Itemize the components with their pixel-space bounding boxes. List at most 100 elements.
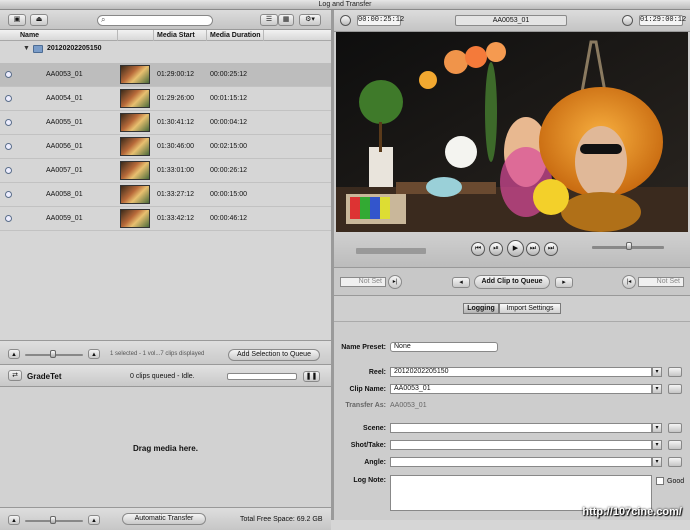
scene-label: Scene:	[363, 425, 386, 432]
search-input[interactable]: ⌕	[97, 15, 213, 26]
folder-row[interactable]: ▼ 20120202205150	[0, 41, 331, 57]
in-timecode[interactable]: 00:00:25:12	[357, 15, 404, 26]
clip-name-dropdown[interactable]: ▾	[652, 384, 662, 394]
angle-dropdown[interactable]: ▾	[652, 457, 662, 467]
shot-take-action-button[interactable]	[668, 440, 682, 450]
table-row[interactable]: AA0055_01 01:30:41:12 00:00:04:12	[0, 111, 331, 135]
reel-field[interactable]: 20120202205150	[390, 367, 652, 377]
table-row[interactable]: AA0057_01 01:33:01:00 00:00:26:12	[0, 159, 331, 183]
log-and-transfer-window: Log and Transfer ▣ ⏏ ⌕ ☰ ▦ ⚙▾ Name Media…	[0, 0, 690, 530]
clip-media-start: 01:30:46:00	[157, 143, 194, 150]
eject-button[interactable]: ⏏	[30, 14, 48, 26]
clip-name: AA0059_01	[46, 215, 83, 222]
queue-header: ⇄ GradeTet 0 clips queued - Idle. ❚❚	[0, 365, 331, 387]
column-media-duration[interactable]: Media Duration	[210, 32, 261, 39]
log-note-label: Log Note:	[353, 477, 386, 484]
clip-thumbnail[interactable]	[120, 185, 150, 204]
tab-logging[interactable]: Logging	[463, 303, 499, 314]
go-to-in-button[interactable]: ⏮	[471, 242, 485, 256]
browser-column-header: Name Media Start Media Duration	[0, 30, 331, 41]
clip-media-duration: 00:00:04:12	[210, 119, 247, 126]
add-clip-to-queue-button[interactable]: Add Clip to Queue	[474, 275, 550, 289]
thumb-size-knob[interactable]	[50, 350, 56, 358]
prev-clip-button[interactable]: ◂	[452, 277, 470, 288]
scene-field[interactable]	[390, 423, 652, 433]
table-row[interactable]: AA0059_01 01:33:42:12 00:00:46:12	[0, 207, 331, 231]
mark-in-field[interactable]: Not Set	[340, 277, 386, 287]
gear-menu-button[interactable]: ⚙▾	[299, 14, 321, 26]
queue-footer: ▲ ▲ Automatic Transfer Total Free Space:…	[0, 507, 331, 530]
add-selection-to-queue-button[interactable]: Add Selection to Queue	[228, 349, 320, 361]
large-thumb-button[interactable]: ▲	[88, 349, 100, 359]
play-around-button[interactable]: ⏭	[526, 242, 540, 256]
mark-out-button[interactable]: |◂	[622, 275, 636, 289]
name-preset-select[interactable]: None	[390, 342, 498, 352]
clip-name-action-button[interactable]	[668, 384, 682, 394]
grid-view-button[interactable]: ▦	[278, 14, 294, 26]
queue-volume-name: GradeTet	[27, 372, 62, 381]
disclosure-triangle-icon[interactable]: ▼	[23, 45, 30, 52]
column-media-start[interactable]: Media Start	[157, 32, 195, 39]
add-folder-button[interactable]: ▣	[8, 14, 26, 26]
queue-status-icon[interactable]	[5, 191, 12, 198]
good-label: Good	[667, 478, 685, 485]
clip-thumbnail[interactable]	[120, 161, 150, 180]
reel-action-button[interactable]	[668, 367, 682, 377]
go-to-out-button[interactable]: ⏭	[544, 242, 558, 256]
folder-name: 20120202205150	[47, 45, 102, 52]
video-viewer[interactable]	[336, 32, 688, 232]
queue-drop-area[interactable]: Drag media here.	[0, 387, 331, 507]
clip-thumbnail[interactable]	[120, 209, 150, 228]
clip-thumbnail[interactable]	[120, 65, 150, 84]
scene-dropdown[interactable]: ▾	[652, 423, 662, 433]
shot-take-dropdown[interactable]: ▾	[652, 440, 662, 450]
queue-status-icon[interactable]	[5, 71, 12, 78]
jog-control[interactable]	[356, 248, 426, 254]
out-timecode[interactable]: 01:29:00:12	[639, 15, 686, 26]
table-row[interactable]: AA0056_01 01:30:46:00 00:02:15:00	[0, 135, 331, 159]
queue-status-icon[interactable]	[5, 95, 12, 102]
play-button[interactable]: ▶	[507, 240, 524, 257]
clip-thumbnail[interactable]	[120, 113, 150, 132]
shuttle-knob[interactable]	[626, 242, 632, 250]
shot-take-field[interactable]	[390, 440, 652, 450]
viewer-toolbar: 00:00:25:12 AA0053_01 01:29:00:12	[334, 10, 690, 32]
video-frame	[336, 32, 688, 232]
clip-media-duration: 00:00:46:12	[210, 215, 247, 222]
mark-in-button[interactable]: ▸|	[388, 275, 402, 289]
angle-action-button[interactable]	[668, 457, 682, 467]
mark-out-field[interactable]: Not Set	[638, 277, 684, 287]
scene-action-button[interactable]	[668, 423, 682, 433]
small-size-button[interactable]: ▲	[8, 515, 20, 525]
play-in-to-out-button[interactable]: ⏯	[489, 242, 503, 256]
queue-status-icon[interactable]	[5, 143, 12, 150]
small-thumb-button[interactable]: ▲	[8, 349, 20, 359]
clip-name-field[interactable]: AA0053_01	[390, 384, 652, 394]
clip-media-start: 01:33:01:00	[157, 167, 194, 174]
queue-status-icon[interactable]	[5, 167, 12, 174]
large-size-button[interactable]: ▲	[88, 515, 100, 525]
table-row[interactable]: AA0054_01 01:29:26:00 00:01:15:12	[0, 87, 331, 111]
table-row[interactable]: AA0053_01 01:29:00:12 00:00:25:12	[0, 63, 331, 87]
in-point-icon	[340, 15, 351, 26]
clip-thumbnail[interactable]	[120, 89, 150, 108]
clip-thumbnail[interactable]	[120, 137, 150, 156]
reel-dropdown[interactable]: ▾	[652, 367, 662, 377]
angle-field[interactable]	[390, 457, 652, 467]
volume-icon[interactable]: ⇄	[8, 370, 22, 381]
clip-name: AA0053_01	[46, 71, 83, 78]
pause-queue-button[interactable]: ❚❚	[303, 371, 320, 382]
column-name[interactable]: Name	[20, 32, 39, 39]
transfer-progress-bar	[227, 373, 297, 380]
next-clip-button[interactable]: ▸	[555, 277, 573, 288]
clip-media-start: 01:33:27:12	[157, 191, 194, 198]
queue-status-icon[interactable]	[5, 119, 12, 126]
automatic-transfer-button[interactable]: Automatic Transfer	[122, 513, 206, 525]
list-view-button[interactable]: ☰	[260, 14, 278, 26]
good-checkbox[interactable]	[656, 477, 664, 485]
tab-import-settings[interactable]: Import Settings	[499, 303, 561, 314]
shot-take-label: Shot/Take:	[350, 442, 386, 449]
queue-size-knob[interactable]	[50, 516, 56, 524]
queue-status-icon[interactable]	[5, 215, 12, 222]
table-row[interactable]: AA0058_01 01:33:27:12 00:00:15:00	[0, 183, 331, 207]
